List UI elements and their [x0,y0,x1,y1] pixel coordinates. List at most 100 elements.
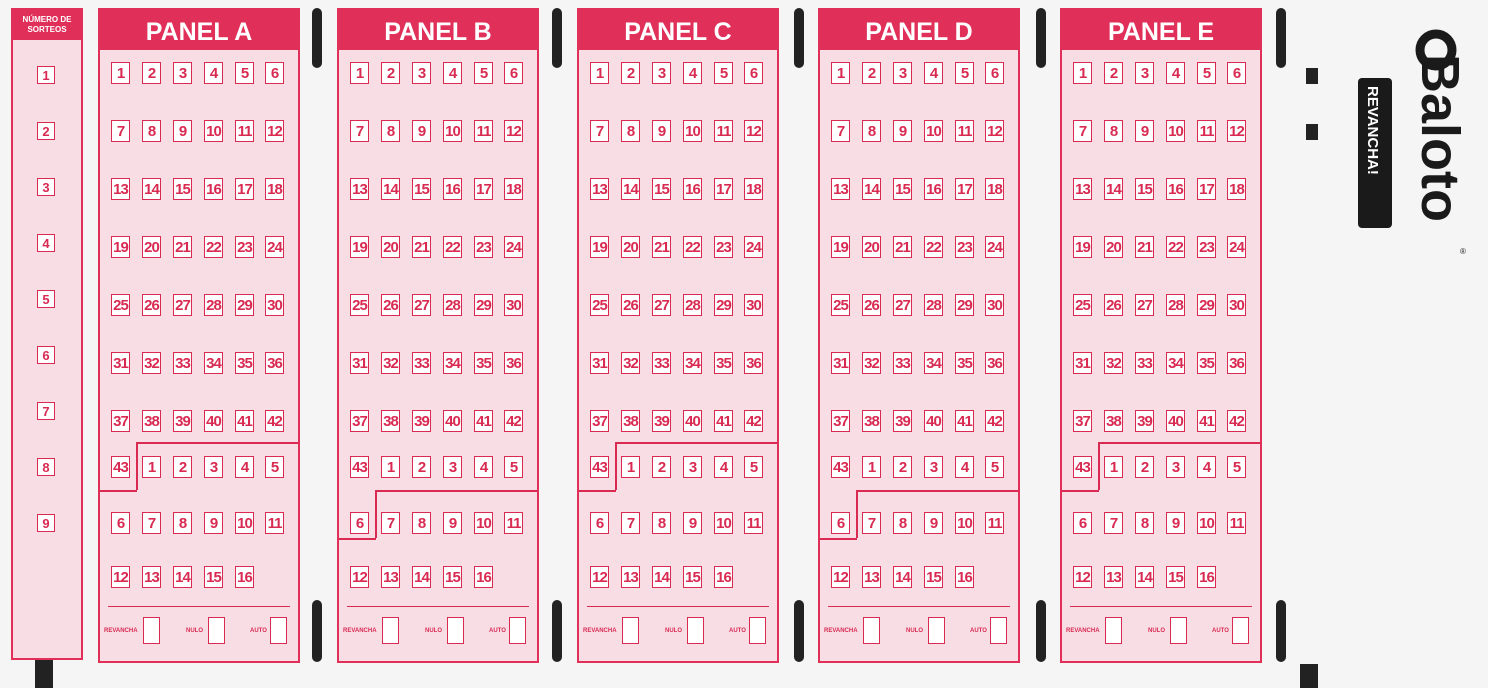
number-box-39[interactable]: 39 [173,410,192,432]
number-box-2[interactable]: 2 [381,62,400,84]
super-box-12[interactable]: 12 [350,566,369,588]
super-box-6[interactable]: 6 [1073,512,1092,534]
number-box-21[interactable]: 21 [893,236,912,258]
super-box-8[interactable]: 8 [1135,512,1154,534]
super-box-11[interactable]: 11 [744,512,763,534]
number-box-33[interactable]: 33 [893,352,912,374]
super-box-6[interactable]: 6 [831,512,850,534]
number-box-34[interactable]: 34 [443,352,462,374]
number-box-20[interactable]: 20 [621,236,640,258]
number-box-30[interactable]: 30 [985,294,1004,316]
number-box-7[interactable]: 7 [1073,120,1092,142]
number-box-4[interactable]: 4 [924,62,943,84]
number-box-13[interactable]: 13 [350,178,369,200]
number-box-40[interactable]: 40 [204,410,223,432]
super-box-8[interactable]: 8 [652,512,671,534]
number-box-21[interactable]: 21 [1135,236,1154,258]
super-box-9[interactable]: 9 [204,512,223,534]
number-box-2[interactable]: 2 [862,62,881,84]
number-box-17[interactable]: 17 [474,178,493,200]
number-box-26[interactable]: 26 [142,294,161,316]
number-box-32[interactable]: 32 [862,352,881,374]
sorteo-box-5[interactable]: 5 [37,290,55,308]
number-box-10[interactable]: 10 [924,120,943,142]
super-box-7[interactable]: 7 [862,512,881,534]
number-box-5[interactable]: 5 [714,62,733,84]
number-box-42[interactable]: 42 [1227,410,1246,432]
number-box-5[interactable]: 5 [474,62,493,84]
number-box-14[interactable]: 14 [621,178,640,200]
number-box-11[interactable]: 11 [235,120,254,142]
number-box-41[interactable]: 41 [474,410,493,432]
number-box-27[interactable]: 27 [893,294,912,316]
number-box-28[interactable]: 28 [924,294,943,316]
number-box-18[interactable]: 18 [985,178,1004,200]
number-box-28[interactable]: 28 [204,294,223,316]
number-box-27[interactable]: 27 [652,294,671,316]
number-box-21[interactable]: 21 [412,236,431,258]
number-box-16[interactable]: 16 [924,178,943,200]
super-box-7[interactable]: 7 [1104,512,1123,534]
number-box-37[interactable]: 37 [831,410,850,432]
super-box-13[interactable]: 13 [381,566,400,588]
number-box-2[interactable]: 2 [1104,62,1123,84]
number-box-8[interactable]: 8 [142,120,161,142]
number-box-9[interactable]: 9 [173,120,192,142]
number-box-16[interactable]: 16 [204,178,223,200]
super-box-4[interactable]: 4 [474,456,493,478]
number-box-23[interactable]: 23 [235,236,254,258]
super-box-8[interactable]: 8 [173,512,192,534]
super-box-4[interactable]: 4 [235,456,254,478]
number-box-40[interactable]: 40 [924,410,943,432]
sorteo-box-8[interactable]: 8 [37,458,55,476]
sorteo-box-4[interactable]: 4 [37,234,55,252]
number-box-21[interactable]: 21 [652,236,671,258]
number-box-9[interactable]: 9 [652,120,671,142]
super-box-13[interactable]: 13 [862,566,881,588]
number-box-36[interactable]: 36 [504,352,523,374]
number-box-3[interactable]: 3 [652,62,671,84]
number-box-17[interactable]: 17 [235,178,254,200]
number-box-4[interactable]: 4 [683,62,702,84]
number-box-30[interactable]: 30 [504,294,523,316]
number-box-43[interactable]: 43 [1073,456,1092,478]
number-box-2[interactable]: 2 [142,62,161,84]
super-box-1[interactable]: 1 [142,456,161,478]
number-box-26[interactable]: 26 [381,294,400,316]
super-box-11[interactable]: 11 [504,512,523,534]
number-box-8[interactable]: 8 [1104,120,1123,142]
number-box-14[interactable]: 14 [862,178,881,200]
number-box-18[interactable]: 18 [744,178,763,200]
number-box-38[interactable]: 38 [621,410,640,432]
number-box-34[interactable]: 34 [683,352,702,374]
super-box-10[interactable]: 10 [955,512,974,534]
number-box-25[interactable]: 25 [1073,294,1092,316]
number-box-30[interactable]: 30 [1227,294,1246,316]
number-box-6[interactable]: 6 [985,62,1004,84]
number-box-8[interactable]: 8 [862,120,881,142]
super-box-2[interactable]: 2 [893,456,912,478]
number-box-33[interactable]: 33 [173,352,192,374]
number-box-43[interactable]: 43 [350,456,369,478]
super-box-13[interactable]: 13 [1104,566,1123,588]
super-box-8[interactable]: 8 [893,512,912,534]
number-box-19[interactable]: 19 [350,236,369,258]
super-box-16[interactable]: 16 [1197,566,1216,588]
number-box-1[interactable]: 1 [590,62,609,84]
number-box-15[interactable]: 15 [652,178,671,200]
number-box-7[interactable]: 7 [350,120,369,142]
super-box-3[interactable]: 3 [683,456,702,478]
nulo-checkbox[interactable] [447,617,464,644]
super-box-9[interactable]: 9 [443,512,462,534]
number-box-3[interactable]: 3 [893,62,912,84]
number-box-16[interactable]: 16 [683,178,702,200]
number-box-6[interactable]: 6 [1227,62,1246,84]
super-box-9[interactable]: 9 [683,512,702,534]
number-box-23[interactable]: 23 [1197,236,1216,258]
number-box-16[interactable]: 16 [1166,178,1185,200]
number-box-36[interactable]: 36 [1227,352,1246,374]
number-box-19[interactable]: 19 [1073,236,1092,258]
super-box-7[interactable]: 7 [381,512,400,534]
super-box-2[interactable]: 2 [652,456,671,478]
number-box-22[interactable]: 22 [683,236,702,258]
